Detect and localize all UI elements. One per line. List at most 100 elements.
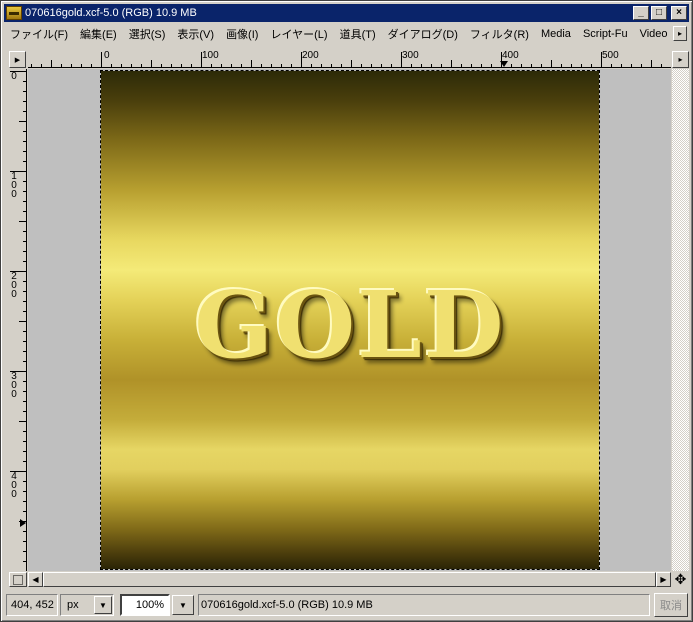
menu-image[interactable]: 画像(I) [220,26,264,42]
menu-arrow-button[interactable]: ▶ [9,51,26,68]
cancel-button[interactable]: 取消 [654,593,688,617]
ruler-tick [23,491,26,492]
ruler-tick [23,431,26,432]
ruler-tick [251,60,252,67]
ruler-tick [271,64,272,67]
ruler-tick [151,60,152,67]
ruler-tick [23,161,26,162]
ruler-tick [131,64,132,67]
menu-select[interactable]: 選択(S) [123,26,172,42]
zoom-input[interactable]: 100% [120,594,170,616]
ruler-tick [541,64,542,67]
ruler-tick [10,471,26,472]
vertical-ruler[interactable]: 0 100 200 300 400 [9,69,27,571]
hruler-label: 400 [502,51,519,61]
ruler-tick [19,221,26,222]
ruler-tick [23,241,26,242]
horizontal-scroll-thumb[interactable] [43,572,656,587]
ruler-tick [23,251,26,252]
ruler-tick [281,64,282,67]
ruler-tick [19,521,26,522]
ruler-tick [441,64,442,67]
menu-script-fu[interactable]: Script-Fu [577,28,634,40]
ruler-tick [391,64,392,67]
hruler-label: 0 [104,51,110,61]
ruler-tick [521,64,522,67]
ruler-tick [23,141,26,142]
ruler-tick [411,64,412,67]
ruler-tick [23,91,26,92]
ruler-tick [481,64,482,67]
vruler-label: 0 [11,71,17,82]
minimize-button[interactable]: _ [633,6,649,20]
canvas-area[interactable]: GOLD [28,69,671,571]
ruler-tick [23,481,26,482]
ruler-tick [641,64,642,67]
close-button[interactable]: × [671,6,687,20]
ruler-tick [23,261,26,262]
ruler-tick [341,64,342,67]
menu-media[interactable]: Media [535,28,577,40]
ruler-tick [23,541,26,542]
unit-dropdown-icon[interactable]: ▼ [94,596,112,614]
ruler-tick [301,52,302,67]
vruler-label: 200 [11,271,17,300]
menu-tools[interactable]: 道具(T) [334,26,382,42]
menu-layer[interactable]: レイヤー(L) [264,26,333,42]
ruler-tick [41,64,42,67]
ruler-tick [23,191,26,192]
menu-filters[interactable]: フィルタ(R) [464,26,535,42]
ruler-tick [23,101,26,102]
ruler-tick [23,441,26,442]
ruler-tick [23,561,26,562]
ruler-tick [10,71,26,72]
unit-selector[interactable]: px ▼ [60,594,114,616]
ruler-tick [551,60,552,67]
navigate-icon[interactable]: ✥ [672,571,689,587]
ruler-tick [23,81,26,82]
zoom-dropdown-icon[interactable]: ▼ [172,595,194,615]
ruler-tick [23,411,26,412]
ruler-tick [23,531,26,532]
horizontal-scrollbar[interactable]: ◀ ▶ [28,572,671,587]
ruler-tick [211,64,212,67]
ruler-tick [10,371,26,372]
title-bar[interactable]: 070616gold.xcf-5.0 (RGB) 10.9 MB _ □ × [4,4,689,22]
ruler-tick [111,64,112,67]
menu-edit[interactable]: 編集(E) [74,26,123,42]
ruler-tick [23,501,26,502]
menu-dialogs[interactable]: ダイアログ(D) [382,26,464,42]
menu-overflow-arrow-icon[interactable]: ▸ [673,26,687,41]
ruler-tick [321,64,322,67]
menu-file[interactable]: ファイル(F) [4,26,74,42]
ruler-tick [23,351,26,352]
ruler-tick [291,64,292,67]
ruler-tick [371,64,372,67]
horizontal-ruler[interactable]: 0 100 200 300 400 500 [28,51,671,68]
menu-video[interactable]: Video [634,28,674,40]
status-message: 070616gold.xcf-5.0 (RGB) 10.9 MB [198,594,650,616]
ruler-tick [171,64,172,67]
quick-mask-toggle-icon[interactable] [9,572,27,587]
ruler-tick [23,451,26,452]
ruler-tick [23,131,26,132]
zoom-combo[interactable]: 100% ▼ [120,594,194,616]
ruler-tick [401,52,402,67]
hruler-label: 200 [302,51,319,61]
ruler-tick [531,64,532,67]
ruler-tick [23,331,26,332]
menu-view[interactable]: 表示(V) [171,26,220,42]
ruler-tick [23,201,26,202]
ruler-tick [231,64,232,67]
scroll-right-button[interactable]: ▶ [656,572,671,587]
hruler-label: 100 [202,51,219,61]
scroll-left-button[interactable]: ◀ [28,572,43,587]
ruler-end-arrow-icon[interactable]: ▸ [672,51,689,68]
maximize-button[interactable]: □ [651,6,667,20]
ruler-tick [23,231,26,232]
gold-image[interactable]: GOLD [100,70,600,570]
ruler-tick [611,64,612,67]
vertical-scrollbar[interactable] [672,69,689,571]
ruler-tick [471,64,472,67]
ruler-tick [601,52,602,67]
